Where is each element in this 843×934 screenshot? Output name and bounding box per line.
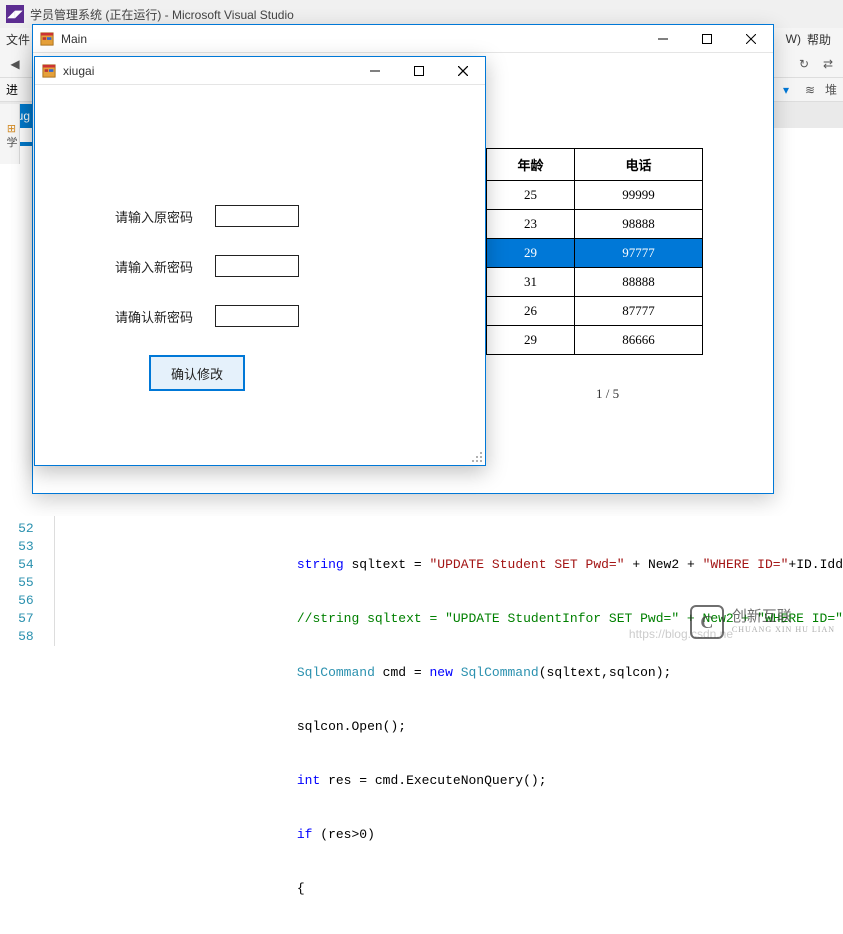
menu-help[interactable]: 帮助 [807,31,831,48]
cell-phone: 98888 [575,210,703,239]
refresh-icon[interactable]: ↻ [795,55,813,73]
form-icon [41,63,57,79]
xiugai-titlebar: xiugai [35,57,485,85]
watermark-name: 创新互联 [732,610,835,625]
cell-phone: 99999 [575,181,703,210]
cell-age: 25 [487,181,575,210]
column-header-age[interactable]: 年龄 [487,149,575,181]
breadcrumb-label: 进 [6,81,18,98]
xiugai-title: xiugai [63,64,94,78]
table-row[interactable]: 2986666 [487,326,703,355]
cell-age: 23 [487,210,575,239]
main-window-titlebar: Main [33,25,773,53]
line-number: 56 [0,592,34,610]
cell-age: 26 [487,297,575,326]
cell-age: 29 [487,326,575,355]
confirm-button[interactable]: 确认修改 [149,355,245,391]
maximize-button[interactable] [685,25,729,53]
resize-grip-icon[interactable] [469,449,483,463]
minimize-button[interactable] [353,57,397,85]
cell-phone: 86666 [575,326,703,355]
xiugai-body: 请输入原密码 请输入新密码 请确认新密码 确认修改 [35,85,485,391]
watermark-sub: CHUANG XIN HU LIAN [732,625,835,634]
new-password-label: 请输入新密码 [115,257,215,276]
table-row[interactable]: 3188888 [487,268,703,297]
old-password-input[interactable] [215,205,299,227]
watermark: C 创新互联 CHUANG XIN HU LIAN [690,605,835,639]
cell-phone: 88888 [575,268,703,297]
cell-age: 31 [487,268,575,297]
line-number: 57 [0,610,34,628]
confirm-button-label: 确认修改 [171,364,223,383]
table-row[interactable]: 2997777 [487,239,703,268]
student-table[interactable]: 年龄 电话 2599999239888829977773188888268777… [486,148,703,355]
cell-phone: 87777 [575,297,703,326]
sync-icon[interactable]: ⇄ [819,55,837,73]
line-number: 55 [0,574,34,592]
column-header-phone[interactable]: 电话 [575,149,703,181]
table-pager: 1 / 5 [596,386,619,402]
new-password-input[interactable] [215,255,299,277]
old-password-row: 请输入原密码 [115,205,485,227]
vs-window-title: 学员管理系统 (正在运行) - Microsoft Visual Studio [30,6,294,23]
menu-window[interactable]: W) [786,32,801,46]
side-panel-button[interactable]: ⊞ 学 [0,104,20,164]
wave-icon[interactable]: ≋ [801,81,819,99]
line-number: 54 [0,556,34,574]
table-row[interactable]: 2398888 [487,210,703,239]
confirm-password-input[interactable] [215,305,299,327]
new-password-row: 请输入新密码 [115,255,485,277]
chevron-down-icon[interactable]: ▾ [777,81,795,99]
close-button[interactable] [729,25,773,53]
cell-phone: 97777 [575,239,703,268]
confirm-password-label: 请确认新密码 [115,307,215,326]
minimize-button[interactable] [641,25,685,53]
old-password-label: 请输入原密码 [115,207,215,226]
line-number-gutter: 52535455565758 [0,516,42,646]
close-button[interactable] [441,57,485,85]
fold-gutter [42,516,55,646]
table-row[interactable]: 2687777 [487,297,703,326]
confirm-password-row: 请确认新密码 [115,305,485,327]
line-number: 52 [0,520,34,538]
line-number: 58 [0,628,34,646]
stack-label: 堆 [825,81,837,98]
form-icon [39,31,55,47]
xiugai-window: xiugai 请输入原密码 请输入新密码 请确认新密码 确认修改 [34,56,486,466]
table-row[interactable]: 2599999 [487,181,703,210]
watermark-logo-icon: C [690,605,724,639]
vs-logo-icon: ◢◤ [6,5,24,23]
main-window-title: Main [61,32,87,46]
menu-file[interactable]: 文件 [6,31,30,48]
table-header-row: 年龄 电话 [487,149,703,181]
maximize-button[interactable] [397,57,441,85]
back-icon[interactable]: ◀ [6,55,24,73]
cell-age: 29 [487,239,575,268]
line-number: 53 [0,538,34,556]
